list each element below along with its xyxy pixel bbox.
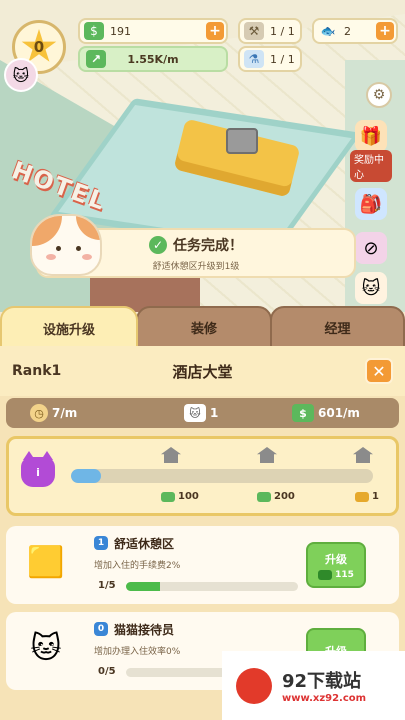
level-progress-track [71,469,373,483]
milestone-3 [353,447,373,463]
side-button-3[interactable]: ⊘ [350,232,392,264]
check-icon: ✓ [149,235,167,254]
facility-name: 舒适休憩区 [114,537,175,551]
facility-level-badge: 1 [94,536,108,550]
tab-decoration[interactable]: 装修 [136,306,272,348]
level-progress-card: i 100 200 1 [6,436,399,516]
potion-icon: ⚗ [244,50,264,68]
tab-manager[interactable]: 经理 [270,306,405,348]
milestone-reward-2: 200 [257,491,295,502]
panel-title: 酒店大堂 [172,362,233,381]
facility-count: 1/5 [98,580,116,591]
upgrade-label: 升级 [325,552,347,566]
rank-level: 0 [33,38,45,56]
toast-title-row: ✓ 任务完成！ [149,235,243,255]
facility-count: 0/5 [98,666,116,677]
cat-face-icon: 🐱 [355,272,387,304]
house-icon [257,447,277,463]
reward-center-label: 奖励中心 [350,150,392,182]
milestone-reward-3: 1 [355,491,379,502]
tab-facility-upgrade[interactable]: 设施升级 [0,306,138,348]
toast-title: 任务完成！ [173,237,243,254]
reward-center-button[interactable]: 🎁 奖励中心 [350,120,392,182]
potion-value: 1 / 1 [270,52,295,66]
cat-icon: 🐱 [184,404,206,422]
gift-icon: 🎁 [355,120,387,152]
cash-icon [161,491,175,502]
upgrade-button-lounge[interactable]: 升级 115 [306,542,366,588]
watermark-url: www.xz92.com [282,693,367,704]
chart-icon: ↗ [86,50,106,68]
level-badge-text: i [36,465,40,479]
reward-value-1: 100 [178,491,199,502]
house-icon [161,447,181,463]
income-stat: $ 601/m [292,404,360,422]
money-value: 191 [110,24,131,38]
stats-bar: ◷ 7/m 🐱 1 $ 601/m [6,398,399,428]
facility-card-lounge: 🟨 1 舒适休憩区 增加入住的手续费2% 1/5 升级 115 [6,526,399,604]
watermark-logo-icon [236,667,272,704]
income-value: 1.55K/m [127,52,179,66]
hammer-value: 1 / 1 [270,24,295,38]
fish-icon: 🐟 [320,24,336,38]
side-button-4[interactable]: 🐱 [350,272,392,304]
add-fish-button[interactable]: + [376,22,394,40]
guest-rate-value: 7/m [52,406,78,420]
panel-tabs: 装修 经理 设施升级 [0,306,405,348]
watermark-title: 92下载站 [282,671,362,692]
reward-value-3: 1 [372,491,379,502]
cat-receptionist-icon: 🐱 [30,630,62,666]
guest-rate-stat: ◷ 7/m [30,404,77,422]
cash-icon [257,491,271,502]
add-money-button[interactable]: + [206,22,224,40]
hammer-counter[interactable]: ⚒ 1 / 1 [238,18,302,44]
facility-progress-fill [126,582,161,591]
fish-value: 2 [344,24,351,38]
cat-count-stat: 🐱 1 [184,404,218,422]
fish-icon [355,491,369,502]
game-scene[interactable]: HOTEL 0 🐱 $ 191 + ↗ 1.55K/m ⚒ 1 / 1 🐟 2 … [0,0,405,312]
no-ads-icon: ⊘ [355,232,387,264]
site-watermark: 92下载站 www.xz92.com [222,651,405,720]
fish-counter[interactable]: 🐟 2 + [312,18,398,44]
cash-icon [318,569,333,580]
computer-monitor-icon [226,128,258,154]
toast-subtitle: 舒适休憩区升级到1级 [152,261,240,272]
cat-mascot-icon [30,214,102,276]
facility-progress-track [126,582,298,591]
lounge-cushion-icon: 🟨 [27,544,65,580]
milestone-reward-1: 100 [161,491,199,502]
facility-desc: 增加办理入住效率0% [94,647,181,657]
settings-gear-icon[interactable]: ⚙ [366,82,392,108]
facility-name: 猫猫接待员 [114,623,175,637]
money-counter[interactable]: $ 191 + [78,18,228,44]
milestone-2 [257,447,277,463]
potion-counter[interactable]: ⚗ 1 / 1 [238,46,302,72]
upgrade-cost: 115 [318,569,354,580]
close-button[interactable]: ✕ [365,358,393,384]
cash-icon: $ [84,22,104,40]
clock-icon: ◷ [30,404,48,422]
side-button-2[interactable]: 🎒 [350,188,392,220]
milestone-1 [161,447,181,463]
player-avatar[interactable]: 🐱 [4,58,38,92]
income-rate: ↗ 1.55K/m [78,46,228,72]
income-stat-value: 601/m [318,406,360,420]
house-icon [353,447,373,463]
upgrade-cost-value: 115 [335,569,354,580]
cash-icon: $ [292,404,314,422]
facility-level-badge: 0 [94,622,108,636]
reward-value-2: 200 [274,491,295,502]
cat-count-value: 1 [210,406,219,420]
level-cat-badge: i [21,451,55,487]
facility-desc: 增加入住的手续费2% [94,561,181,571]
cat-bag-icon: 🎒 [355,188,387,220]
level-progress-fill [71,469,102,483]
hammer-icon: ⚒ [244,22,264,40]
panel-header: Rank1 酒店大堂 ✕ [0,346,405,396]
